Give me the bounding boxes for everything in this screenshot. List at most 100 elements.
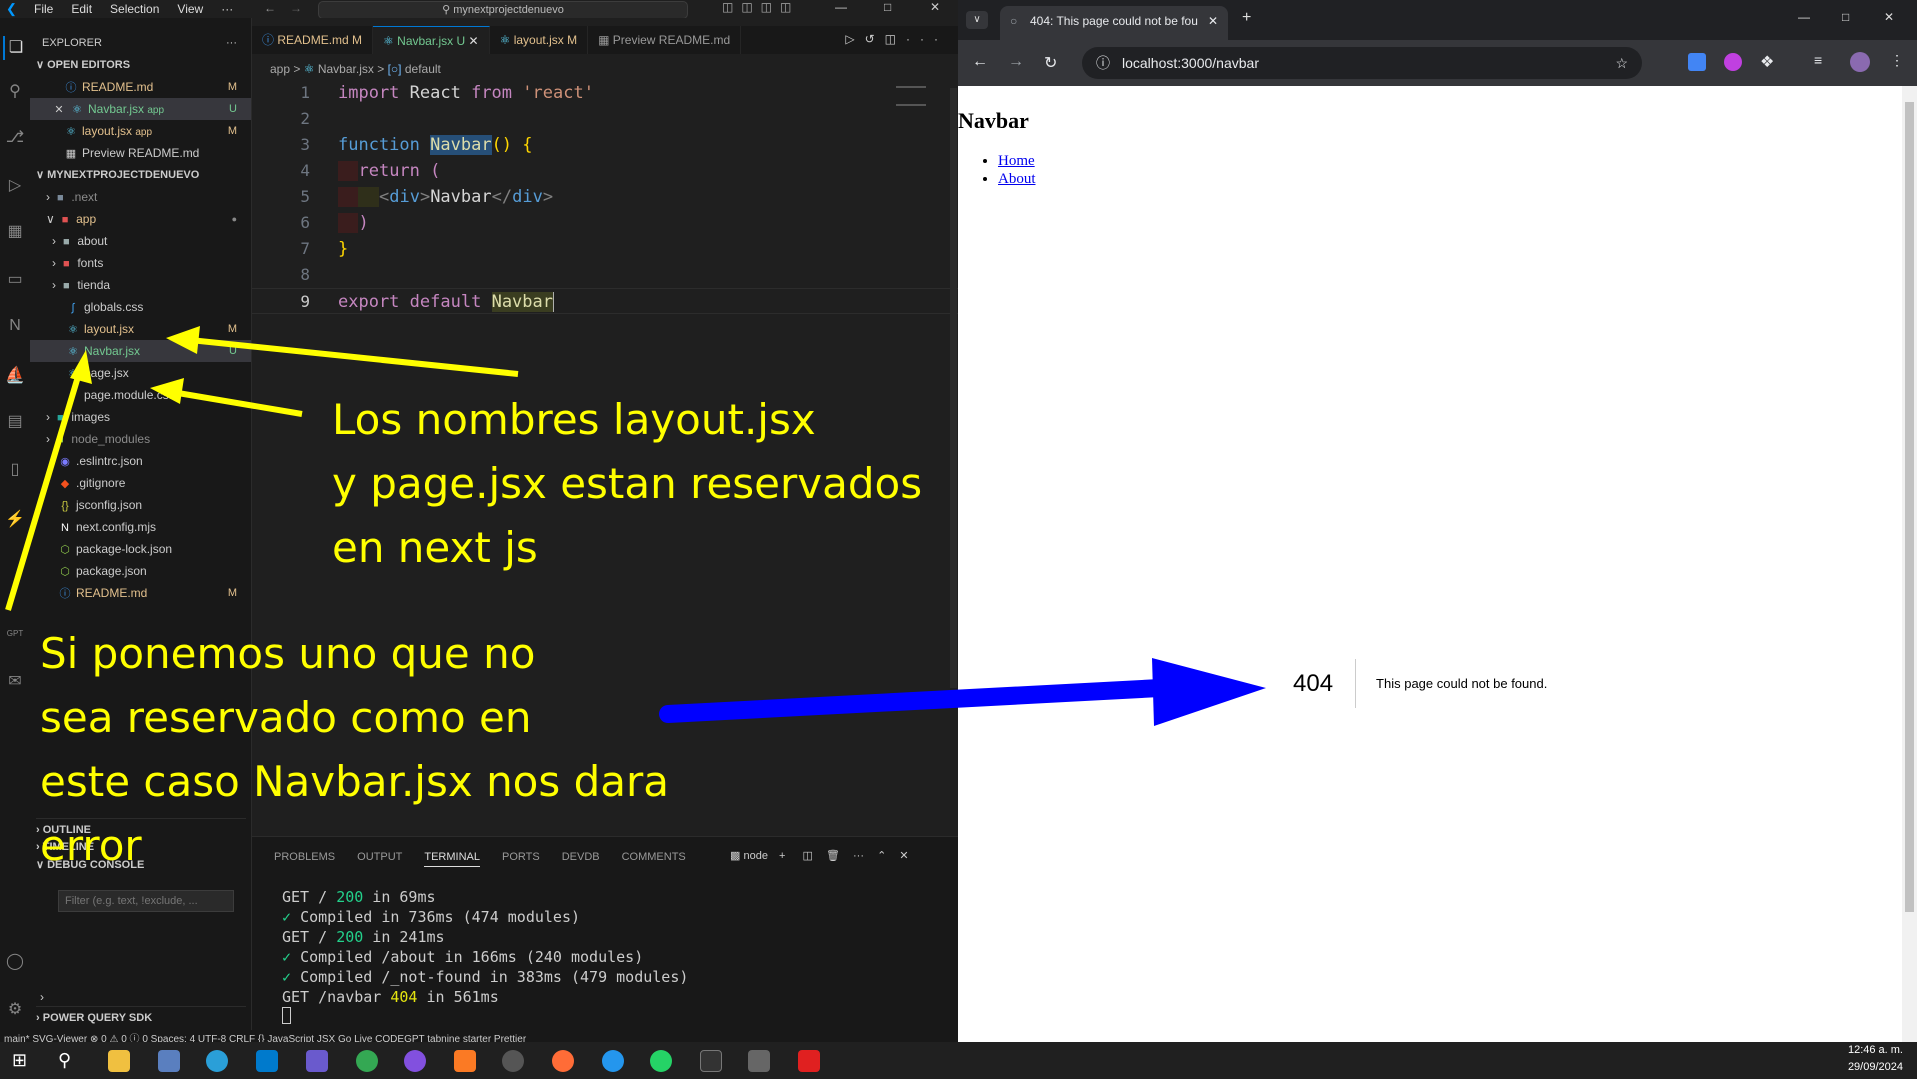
maximize-panel-icon[interactable]: ⌃ bbox=[877, 850, 886, 862]
tree-item[interactable]: › ■ fonts bbox=[30, 252, 251, 274]
tree-item[interactable]: ◆ .gitignore bbox=[30, 472, 251, 494]
editor-scrollbar[interactable] bbox=[950, 88, 957, 688]
chrome-icon[interactable] bbox=[356, 1050, 378, 1072]
tab-close-icon[interactable]: ✕ bbox=[469, 34, 479, 48]
project-header[interactable]: ∨ MYNEXTPROJECTDENUEVO bbox=[30, 164, 251, 186]
tree-item[interactable]: ⓘ README.md M bbox=[30, 582, 251, 604]
search-taskbar-icon[interactable]: ⚲ bbox=[58, 1050, 80, 1072]
terminal-taskbar-icon[interactable] bbox=[700, 1050, 722, 1072]
media-icon[interactable]: ≡ bbox=[1814, 52, 1822, 68]
tree-item[interactable]: ∫ page.module.css bbox=[30, 384, 251, 406]
tree-item[interactable]: ⚛ layout.jsx M bbox=[30, 318, 251, 340]
tab-layout[interactable]: ⚛ layout.jsx M bbox=[490, 26, 589, 54]
explorer-icon[interactable]: ❏ bbox=[3, 36, 27, 60]
address-bar[interactable]: ⓘ localhost:3000/navbar ☆ bbox=[1082, 47, 1642, 79]
nav-back-icon[interactable]: ← bbox=[264, 1, 276, 15]
explorer-more-icon[interactable]: ··· bbox=[226, 32, 237, 54]
tab-readme[interactable]: ⓘ README.md M bbox=[252, 26, 374, 54]
edge-icon[interactable] bbox=[206, 1050, 228, 1072]
tab-search-icon[interactable]: ∨ bbox=[966, 11, 988, 29]
open-editor-navbar[interactable]: ✕ ⚛ Navbar.jsx app U bbox=[30, 98, 251, 120]
tab-navbar[interactable]: ⚛ Navbar.jsx U ✕ bbox=[373, 26, 490, 54]
clock-date[interactable]: 29/09/2024 bbox=[1848, 1061, 1903, 1073]
power-query-header[interactable]: › POWER QUERY SDK bbox=[36, 1006, 246, 1028]
tree-item[interactable]: › ■ tienda bbox=[30, 274, 251, 296]
puzzle-icon[interactable]: ❖ bbox=[1760, 52, 1774, 72]
nav-forward-icon[interactable]: → bbox=[290, 1, 302, 15]
database-icon[interactable]: ▤ bbox=[3, 410, 27, 434]
status-text[interactable]: main* SVG-Viewer ⊗ 0 ⚠ 0 ⓘ 0 Spaces: 4 U… bbox=[0, 1034, 526, 1042]
source-control-icon[interactable]: ⎇ bbox=[3, 126, 27, 150]
windows-start-icon[interactable]: ⊞ bbox=[12, 1050, 34, 1072]
clock-time[interactable]: 12:46 a. m. bbox=[1848, 1044, 1903, 1056]
editor-actions[interactable]: ▷↺◫··· bbox=[845, 32, 948, 46]
open-editor-layout[interactable]: ⚛ layout.jsx app M bbox=[30, 120, 251, 142]
translate-icon[interactable] bbox=[1688, 53, 1706, 71]
tree-item[interactable]: › ■ node_modules bbox=[30, 428, 251, 450]
tree-item[interactable]: ⚛ Navbar.jsx U bbox=[30, 340, 251, 362]
remote-icon[interactable]: ▭ bbox=[3, 268, 27, 292]
collapse-arrow-icon[interactable]: › bbox=[40, 986, 44, 1008]
close-panel-icon[interactable]: ✕ bbox=[899, 850, 908, 862]
tree-item[interactable]: ∫ globals.css bbox=[30, 296, 251, 318]
menu-edit[interactable]: Edit bbox=[71, 2, 92, 16]
terminal-output[interactable]: GET / 200 in 69ms ✓ Compiled in 736ms (4… bbox=[282, 887, 688, 1027]
page-scrollbar[interactable] bbox=[1902, 86, 1917, 1042]
command-center[interactable]: ⚲ mynextprojectdenuevo bbox=[318, 1, 688, 19]
docker-taskbar-icon[interactable] bbox=[602, 1050, 624, 1072]
trash-icon[interactable]: 🗑 bbox=[826, 850, 840, 862]
vscode-taskbar-icon[interactable] bbox=[256, 1050, 278, 1072]
browser-close-icon[interactable]: ✕ bbox=[1884, 10, 1894, 24]
open-editor-readme[interactable]: ⓘ README.md M bbox=[30, 76, 251, 98]
tree-item[interactable]: Nnext.config.mjs bbox=[30, 516, 251, 538]
account-icon[interactable]: ◯ bbox=[3, 950, 27, 974]
codegpt-icon[interactable]: GPT bbox=[3, 622, 27, 646]
extension-icon[interactable] bbox=[1724, 53, 1742, 71]
menu-view[interactable]: View bbox=[177, 2, 203, 16]
browser-tab[interactable]: ○ 404: This page could not be fou ✕ bbox=[1000, 6, 1228, 40]
profile-avatar[interactable] bbox=[1850, 52, 1870, 72]
reload-icon[interactable]: ↻ bbox=[1044, 53, 1057, 73]
tree-item[interactable]: ⚛ page.jsx bbox=[30, 362, 251, 384]
split-terminal-icon[interactable]: ◫ bbox=[803, 850, 813, 862]
bookmark-icon[interactable]: ▯ bbox=[3, 458, 27, 482]
menu-more[interactable]: ··· bbox=[221, 2, 233, 16]
lightning-icon[interactable]: ⚡ bbox=[3, 508, 27, 532]
code-editor[interactable]: 1 import React from 'react' 2 3 function N… bbox=[252, 80, 958, 314]
forward-icon[interactable]: → bbox=[1008, 53, 1024, 71]
terminal-name[interactable]: node bbox=[743, 850, 767, 862]
tree-item[interactable]: › ■ .next bbox=[30, 186, 251, 208]
close-editor-icon[interactable]: ✕ bbox=[52, 99, 66, 121]
tree-item[interactable]: {} jsconfig.json bbox=[30, 494, 251, 516]
minimap[interactable] bbox=[896, 86, 926, 106]
settings-gear-icon[interactable]: ⚙ bbox=[3, 998, 27, 1022]
debug-filter-input[interactable] bbox=[58, 890, 234, 912]
tree-item[interactable]: › ■ about bbox=[30, 230, 251, 252]
home-link[interactable]: Home bbox=[998, 153, 1035, 169]
tab-close-icon[interactable]: ✕ bbox=[1208, 6, 1218, 36]
extensions-icon[interactable]: ▦ bbox=[3, 220, 27, 244]
tree-item[interactable]: ⬡ package.json bbox=[30, 560, 251, 582]
new-terminal-icon[interactable]: + bbox=[779, 850, 785, 862]
tree-item[interactable]: ∨ ■ app ● bbox=[30, 208, 251, 230]
tree-item[interactable]: › ■ images bbox=[30, 406, 251, 428]
tree-item[interactable]: ◉ .eslintrc.json bbox=[30, 450, 251, 472]
new-tab-icon[interactable]: + bbox=[1242, 9, 1251, 27]
notion-icon[interactable]: N bbox=[3, 314, 27, 338]
site-info-icon[interactable]: ⓘ bbox=[1096, 47, 1110, 79]
calculator-icon[interactable] bbox=[748, 1050, 770, 1072]
whatsapp-icon[interactable] bbox=[650, 1050, 672, 1072]
more-icon[interactable]: ··· bbox=[853, 850, 864, 862]
minimize-icon[interactable]: — bbox=[835, 0, 847, 14]
browser-menu-icon[interactable]: ⋮ bbox=[1890, 52, 1904, 69]
breadcrumb-item[interactable]: app bbox=[270, 62, 290, 76]
github-icon[interactable] bbox=[404, 1050, 426, 1072]
file-explorer-icon[interactable] bbox=[108, 1050, 130, 1072]
browser-minimize-icon[interactable]: — bbox=[1798, 10, 1810, 24]
back-icon[interactable]: ← bbox=[972, 53, 988, 71]
chat-icon[interactable]: ✉ bbox=[3, 670, 27, 694]
postman-icon[interactable] bbox=[552, 1050, 574, 1072]
browser-maximize-icon[interactable]: □ bbox=[1842, 10, 1849, 24]
run-debug-icon[interactable]: ▷ bbox=[3, 174, 27, 198]
layout-icons[interactable]: ◫◫◫◫ bbox=[722, 0, 799, 14]
